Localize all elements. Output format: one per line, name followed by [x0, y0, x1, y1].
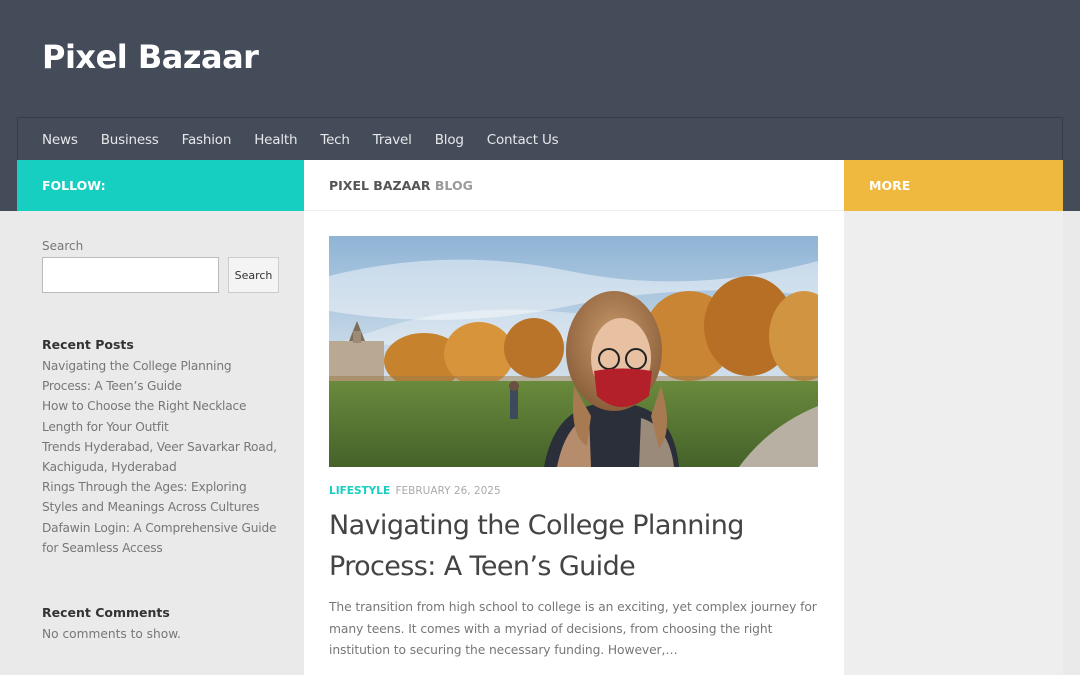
right-sidebar: MORE — [844, 160, 1063, 675]
post-meta: LIFESTYLE FEBRUARY 26, 2025 — [329, 485, 819, 497]
main-content: PIXEL BAZAAR BLOG LIFESTYLE FEBRUARY 26,… — [304, 160, 844, 675]
main-heading-suffix: BLOG — [434, 178, 473, 193]
search-label: Search — [42, 239, 84, 253]
post-card: LIFESTYLE FEBRUARY 26, 2025 Navigating t… — [304, 211, 844, 662]
recent-posts-list: Navigating the College Planning Process:… — [42, 356, 279, 558]
recent-post-link[interactable]: Rings Through the Ages: Exploring Styles… — [42, 477, 279, 517]
recent-post-link[interactable]: Navigating the College Planning Process:… — [42, 356, 279, 396]
site-title[interactable]: Pixel Bazaar — [42, 38, 259, 76]
search-input[interactable] — [42, 257, 219, 293]
post-date: FEBRUARY 26, 2025 — [395, 485, 501, 497]
more-bar: MORE — [844, 160, 1063, 211]
main-heading-site: PIXEL BAZAAR — [329, 178, 431, 193]
nav-item-travel[interactable]: Travel — [373, 132, 412, 148]
no-comments-text: No comments to show. — [42, 627, 181, 642]
recent-post-link[interactable]: Dafawin Login: A Comprehensive Guide for… — [42, 518, 279, 558]
search-form: Search — [42, 257, 279, 293]
recent-post-link[interactable]: How to Choose the Right Necklace Length … — [42, 396, 279, 436]
post-category-link[interactable]: LIFESTYLE — [329, 485, 390, 497]
recent-posts-title: Recent Posts — [42, 337, 134, 352]
recent-comments-title: Recent Comments — [42, 605, 170, 621]
nav-item-tech[interactable]: Tech — [320, 132, 350, 148]
post-thumbnail-image[interactable] — [329, 236, 818, 467]
main-nav: News Business Fashion Health Tech Travel… — [17, 117, 1063, 161]
left-sidebar: FOLLOW: Search Search Recent Posts Navig… — [17, 160, 304, 675]
nav-item-contact-us[interactable]: Contact Us — [487, 132, 559, 148]
nav-item-fashion[interactable]: Fashion — [182, 132, 232, 148]
recent-post-link[interactable]: Trends Hyderabad, Veer Savarkar Road, Ka… — [42, 437, 279, 477]
main-heading: PIXEL BAZAAR BLOG — [304, 160, 844, 211]
nav-item-health[interactable]: Health — [254, 132, 297, 148]
nav-item-business[interactable]: Business — [101, 132, 159, 148]
post-title-link[interactable]: Navigating the College Planning Process:… — [329, 505, 819, 587]
nav-item-news[interactable]: News — [42, 132, 78, 148]
search-button[interactable]: Search — [228, 257, 279, 293]
post-excerpt: The transition from high school to colle… — [329, 600, 817, 657]
follow-bar: FOLLOW: — [17, 160, 304, 211]
nav-item-blog[interactable]: Blog — [435, 132, 464, 148]
